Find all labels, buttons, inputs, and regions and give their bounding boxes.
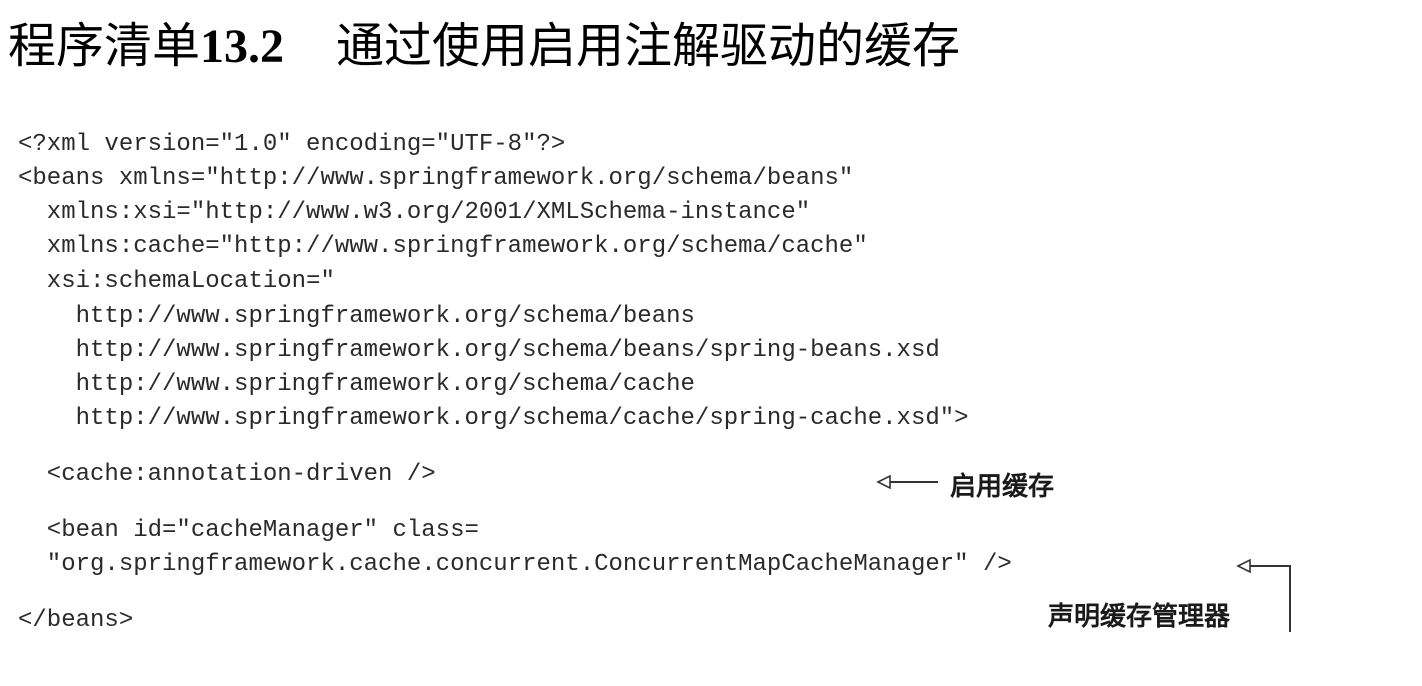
annotation-declare-cache-manager: 声明缓存管理器 [1048, 602, 1231, 632]
code-line: </beans> [18, 607, 134, 634]
code-line: http://www.springframework.org/schema/be… [18, 303, 695, 330]
code-line: <beans xmlns="http://www.springframework… [18, 165, 854, 192]
code-line: xmlns:cache="http://www.springframework.… [18, 233, 868, 260]
listing-title: 程序清单 13.2 通过使用启用注解驱动的缓存 [8, 16, 960, 76]
code-line: http://www.springframework.org/schema/ca… [18, 405, 969, 432]
code-line: <bean id="cacheManager" class= [18, 517, 479, 544]
code-line: http://www.springframework.org/schema/be… [18, 337, 940, 364]
code-line: <?xml version="1.0" encoding="UTF-8"?> [18, 131, 566, 158]
annotation-enable-cache: 启用缓存 [950, 472, 1055, 502]
listing-label: 程序清单 [8, 18, 201, 74]
listing-number: 13.2 [200, 20, 285, 73]
listing-caption: 通过使用启用注解驱动的缓存 [336, 18, 961, 74]
code-line: xsi:schemaLocation=" [18, 268, 335, 295]
code-line: "org.springframework.cache.concurrent.Co… [18, 551, 1012, 578]
code-line: xmlns:xsi="http://www.w3.org/2001/XMLSch… [18, 199, 811, 226]
arrow-left-icon [1236, 558, 1291, 632]
code-line: <cache:annotation-driven /> [18, 461, 436, 488]
arrow-left-icon [876, 474, 938, 490]
code-line: http://www.springframework.org/schema/ca… [18, 371, 695, 398]
